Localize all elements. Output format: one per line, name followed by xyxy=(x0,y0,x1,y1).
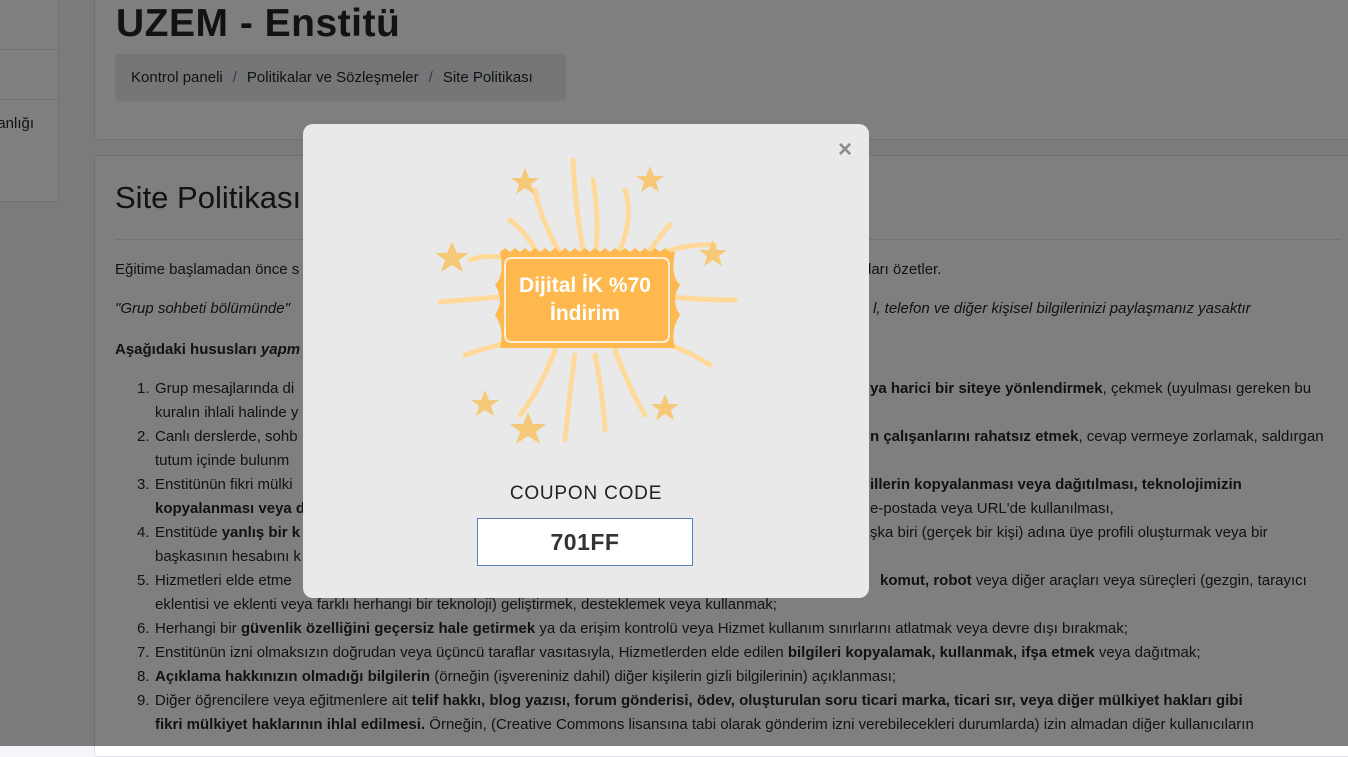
close-icon[interactable]: × xyxy=(838,136,852,164)
coupon-code-label: COUPON CODE xyxy=(509,483,663,504)
badge-line-2: İndirim xyxy=(549,302,620,325)
coupon-badge-text: Dijital İK %70 İndirim xyxy=(505,272,665,328)
badge-line-1: Dijital İK %70 xyxy=(519,274,651,297)
coupon-code-field[interactable] xyxy=(477,518,693,566)
